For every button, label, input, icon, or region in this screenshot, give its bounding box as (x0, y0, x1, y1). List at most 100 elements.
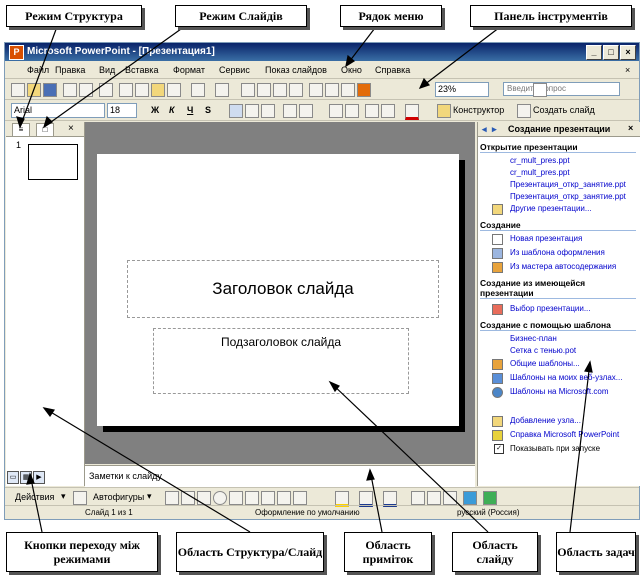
autoshapes-menu[interactable]: Автофигуры (93, 492, 144, 502)
open-icon[interactable] (27, 83, 41, 97)
shadow-button[interactable]: S (205, 105, 211, 115)
autocontent-wizard-link[interactable]: Из мастера автосодержания (510, 262, 616, 271)
powerpoint-app-icon[interactable]: P (9, 45, 24, 60)
designer-button[interactable]: Конструктор (453, 105, 504, 115)
menu-insert[interactable]: Вставка (125, 65, 158, 75)
font-name-field[interactable]: Arial (11, 103, 105, 118)
pane-close-icon[interactable]: × (68, 123, 74, 134)
add-node-link[interactable]: Добавление узла... (510, 416, 581, 425)
italic-button[interactable]: К (169, 105, 175, 115)
template-business-plan[interactable]: Бизнес-план (510, 334, 557, 343)
arrow-icon[interactable] (181, 491, 195, 505)
notes-area[interactable]: Заметки к слайду (85, 465, 475, 487)
numbering-icon[interactable] (283, 104, 297, 118)
slide-canvas[interactable]: Заголовок слайда Подзаголовок слайда (97, 154, 459, 426)
designer-icon[interactable] (437, 104, 451, 118)
clipart-icon[interactable] (277, 491, 291, 505)
open-item-4[interactable]: Презентация_откр_занятие.ppt (510, 192, 626, 201)
bold-button[interactable]: Ж (151, 105, 159, 115)
new-slide-button[interactable]: Создать слайд (533, 105, 595, 115)
general-templates-link[interactable]: Общие шаблоны... (510, 359, 580, 368)
textbox-icon[interactable] (229, 491, 243, 505)
align-right-icon[interactable] (261, 104, 275, 118)
web-templates-link[interactable]: Шаблоны на моих веб-узлах... (510, 373, 622, 382)
grid-icon[interactable] (341, 83, 355, 97)
template-shadow-grid[interactable]: Сетка с тенью.pot (510, 346, 576, 355)
redo-icon[interactable] (215, 83, 229, 97)
copy-icon[interactable] (135, 83, 149, 97)
menu-edit[interactable]: Правка (55, 65, 85, 75)
bullets-icon[interactable] (299, 104, 313, 118)
new-icon[interactable] (11, 83, 25, 97)
table-icon[interactable] (257, 83, 271, 97)
format-painter-icon[interactable] (167, 83, 181, 97)
diagram-icon[interactable] (261, 491, 275, 505)
zoom-field[interactable]: 23% (435, 82, 489, 97)
font-color-icon[interactable] (405, 104, 419, 120)
show-formatting-icon[interactable] (325, 83, 339, 97)
forward-icon[interactable]: ▸ (492, 124, 497, 135)
menu-help[interactable]: Справка (375, 65, 410, 75)
actions-menu[interactable]: Действия (15, 492, 54, 502)
print-icon[interactable] (63, 83, 77, 97)
tables-borders-icon[interactable] (273, 83, 287, 97)
menu-tools[interactable]: Сервис (219, 65, 250, 75)
align-center-icon[interactable] (245, 104, 259, 118)
expand-icon[interactable] (309, 83, 323, 97)
doc-close-icon[interactable]: × (625, 65, 630, 75)
line-icon[interactable] (165, 491, 179, 505)
menu-format[interactable]: Формат (173, 65, 205, 75)
open-item-1[interactable]: cr_mult_pres.ppt (510, 156, 570, 165)
line-style-icon[interactable] (411, 491, 425, 505)
arrow-style-icon[interactable] (443, 491, 457, 505)
rectangle-icon[interactable] (197, 491, 211, 505)
back-icon[interactable]: ◂ (482, 124, 487, 135)
font-size-field[interactable]: 18 (107, 103, 137, 118)
tab-slides[interactable]: □ (36, 123, 54, 137)
show-on-start-checkbox[interactable]: ✓ (494, 444, 504, 454)
select-objects-icon[interactable] (73, 491, 87, 505)
maximize-button[interactable]: □ (603, 45, 619, 60)
color-grayscale-icon[interactable] (357, 83, 371, 97)
oval-icon[interactable] (213, 491, 227, 505)
preview-icon[interactable] (79, 83, 93, 97)
other-presentations-link[interactable]: Другие презентации... (510, 204, 592, 213)
from-template-link[interactable]: Из шаблона оформления (510, 248, 605, 257)
cut-icon[interactable] (119, 83, 133, 97)
spelling-icon[interactable] (99, 83, 113, 97)
menu-view[interactable]: Вид (99, 65, 115, 75)
tab-outline[interactable]: ≡ (12, 123, 30, 137)
hyperlink-icon[interactable] (289, 83, 303, 97)
task-pane-close-icon[interactable]: × (628, 123, 633, 133)
help-icon[interactable] (533, 83, 547, 97)
decrease-indent-icon[interactable] (365, 104, 379, 118)
menu-slideshow[interactable]: Показ слайдов (265, 65, 327, 75)
open-item-2[interactable]: cr_mult_pres.ppt (510, 168, 570, 177)
3d-style-icon[interactable] (483, 491, 497, 505)
paste-icon[interactable] (151, 83, 165, 97)
chart-icon[interactable] (241, 83, 255, 97)
underline-button[interactable]: Ч (187, 105, 193, 115)
ms-templates-link[interactable]: Шаблоны на Microsoft.com (510, 387, 608, 396)
shadow-style-icon[interactable] (463, 491, 477, 505)
title-placeholder[interactable]: Заголовок слайда (127, 260, 439, 318)
new-slide-icon[interactable] (517, 104, 531, 118)
undo-icon[interactable] (191, 83, 205, 97)
minimize-button[interactable]: _ (586, 45, 602, 60)
open-item-3[interactable]: Презентация_откр_занятие.ppt (510, 180, 626, 189)
new-presentation-link[interactable]: Новая презентация (510, 234, 582, 243)
subtitle-placeholder[interactable]: Подзаголовок слайда (153, 328, 409, 394)
normal-view-button[interactable]: ▭ (7, 471, 19, 484)
increase-indent-icon[interactable] (381, 104, 395, 118)
dash-style-icon[interactable] (427, 491, 441, 505)
picture-icon[interactable] (293, 491, 307, 505)
decrease-font-icon[interactable] (345, 104, 359, 118)
save-icon[interactable] (43, 83, 57, 97)
align-left-icon[interactable] (229, 104, 243, 118)
wordart-icon[interactable] (245, 491, 259, 505)
slideshow-button[interactable]: ▶ (33, 471, 45, 484)
menu-file[interactable]: Файл (27, 65, 49, 75)
increase-font-icon[interactable] (329, 104, 343, 118)
menu-window[interactable]: Окно (341, 65, 362, 75)
help-link[interactable]: Справка Microsoft PowerPoint (510, 430, 619, 439)
